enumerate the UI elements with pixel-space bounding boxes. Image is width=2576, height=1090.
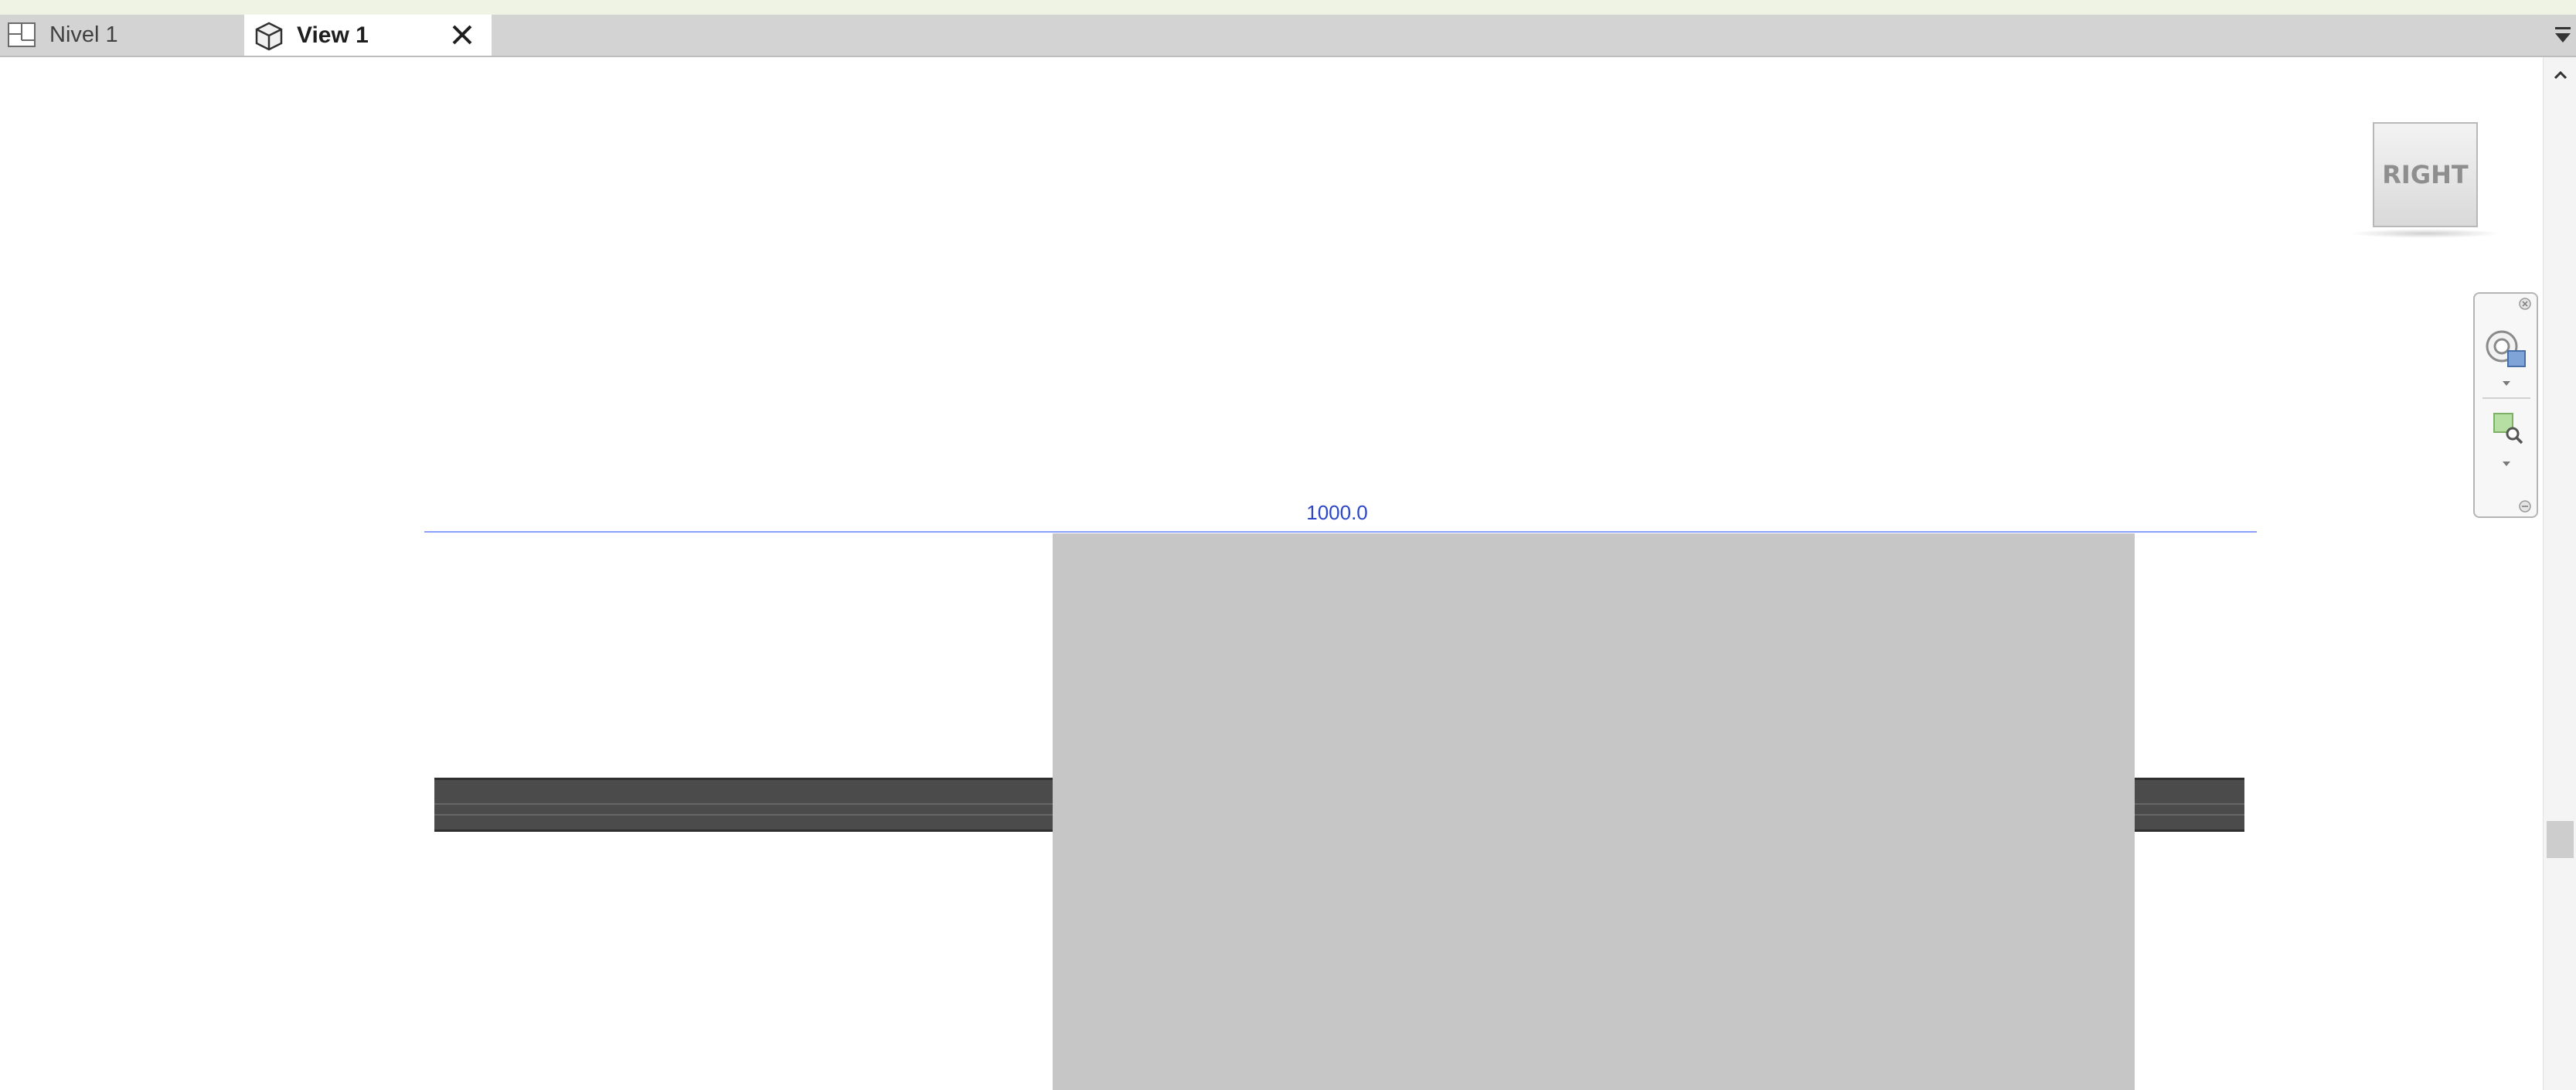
tab-label: View 1 — [297, 22, 369, 48]
chevron-down-icon[interactable] — [2498, 458, 2515, 470]
chevron-down-icon[interactable] — [2498, 377, 2515, 390]
navigation-bar — [2473, 292, 2538, 518]
options-icon[interactable] — [2516, 498, 2533, 515]
scrollbar-thumb[interactable] — [2547, 821, 2574, 858]
close-icon[interactable] — [2516, 295, 2533, 312]
column[interactable] — [1053, 533, 2135, 1090]
vertical-scrollbar[interactable] — [2543, 57, 2576, 1090]
chevron-up-icon[interactable] — [2544, 57, 2576, 93]
tab-label: Nivel 1 — [49, 22, 118, 47]
title-strip — [0, 0, 2576, 16]
viewcube-shadow — [2350, 229, 2501, 238]
view-tab-bar: Nivel 1 View 1 — [0, 15, 2576, 57]
viewcube-face-label: RIGHT — [2382, 160, 2469, 189]
tab-menu-icon[interactable] — [2553, 26, 2573, 47]
floor-plan-icon — [6, 20, 37, 51]
tab-view-1[interactable]: View 1 — [244, 15, 492, 56]
3d-view-icon — [254, 20, 284, 51]
close-icon[interactable] — [447, 19, 478, 50]
level-label[interactable]: 1000.0 — [1306, 501, 1368, 525]
zoom-icon[interactable] — [2487, 408, 2527, 448]
viewcube[interactable]: RIGHT — [2373, 122, 2478, 227]
level-line[interactable] — [424, 531, 2257, 533]
steering-wheel-icon[interactable] — [2481, 326, 2532, 373]
nav-divider — [2482, 397, 2530, 399]
tab-nivel-1[interactable]: Nivel 1 — [0, 15, 244, 56]
